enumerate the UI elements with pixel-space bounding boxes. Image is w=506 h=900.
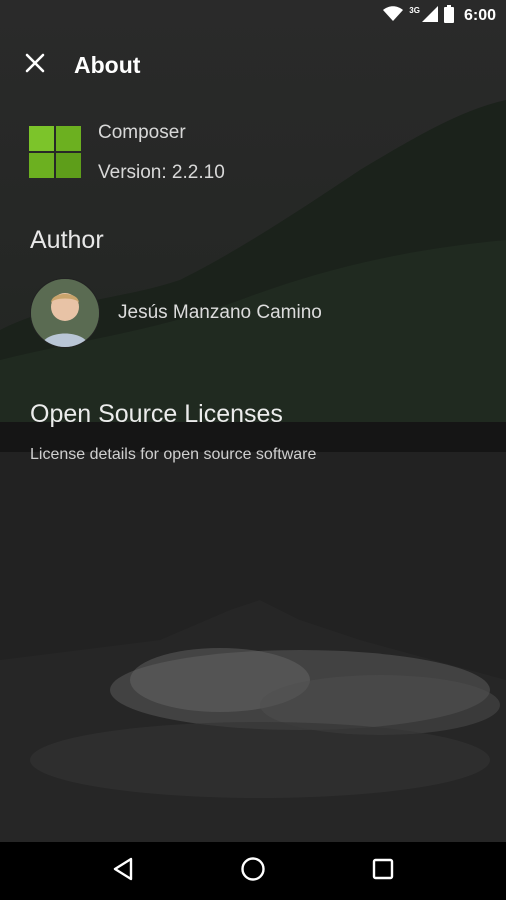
navigation-bar [0,842,506,900]
clock: 6:00 [463,7,496,24]
open-source-licenses-item[interactable]: Open Source Licenses License details for… [0,396,506,476]
recents-icon [372,858,394,885]
app-grid-icon [29,126,81,178]
author-section-title: Author [30,226,104,254]
signal-icon [421,5,438,27]
home-button[interactable] [229,847,277,895]
app-name: Composer [98,122,186,143]
page-title: About [74,52,141,78]
close-icon [25,53,45,78]
author-name: Jesús Manzano Camino [118,302,322,323]
app-version: Version: 2.2.10 [98,162,225,183]
network-type-label: 3G [409,5,420,15]
wifi-icon [383,5,404,27]
recents-button[interactable] [359,847,407,895]
close-button[interactable] [18,48,52,82]
toolbar: About [0,32,506,100]
battery-icon [443,4,454,28]
home-icon [240,856,266,887]
avatar [30,278,100,348]
status-bar: 3G 6:00 [0,0,506,32]
licenses-subtitle: License details for open source software [30,446,317,463]
licenses-title: Open Source Licenses [30,400,283,428]
back-icon [112,857,134,886]
back-button[interactable] [99,847,147,895]
